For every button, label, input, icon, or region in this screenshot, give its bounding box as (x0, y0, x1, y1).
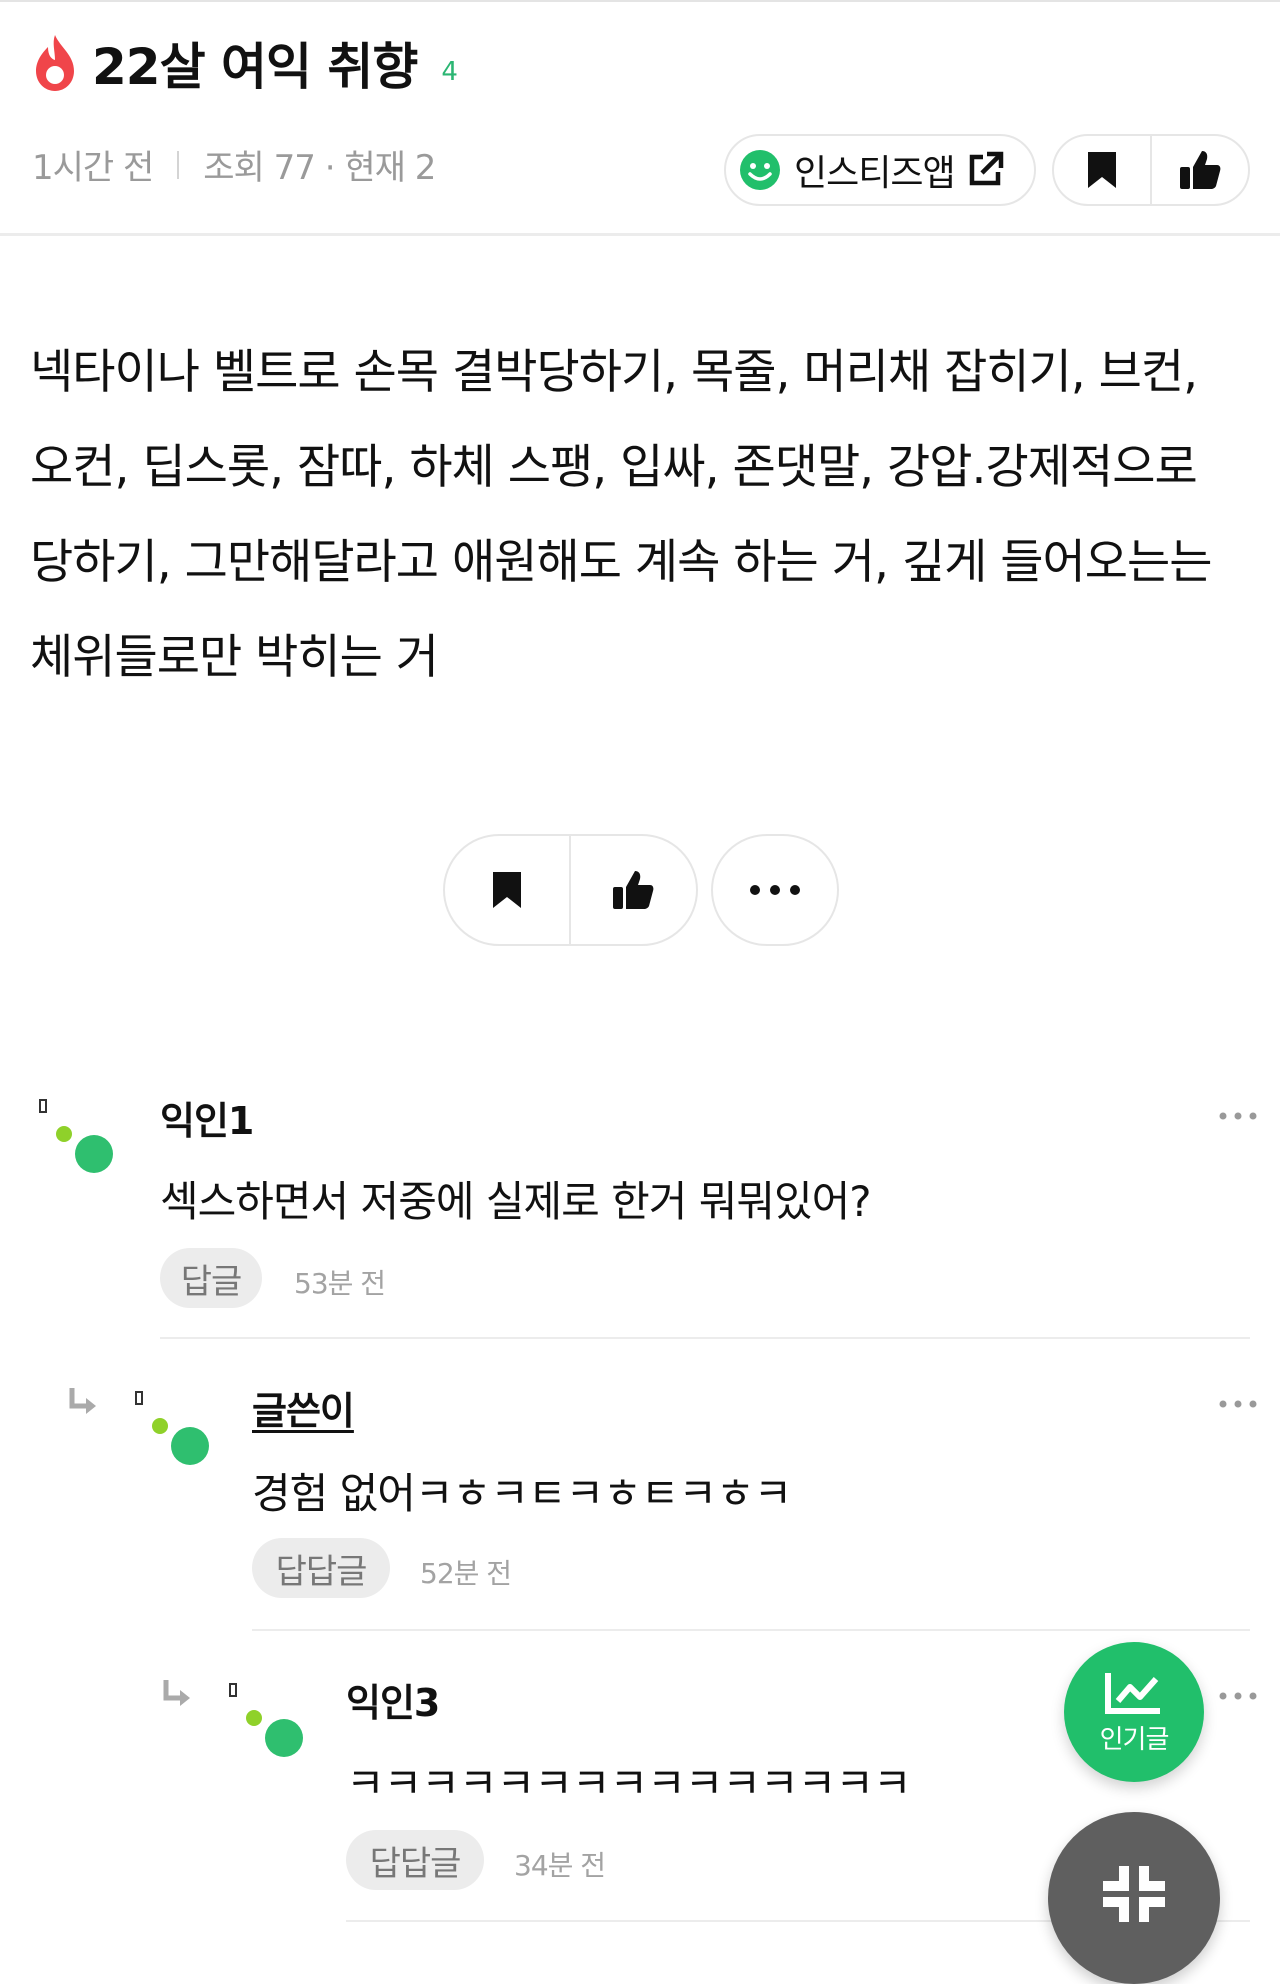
bookmark-icon (1088, 152, 1116, 188)
post-body: 넥타이나 벨트로 손목 결박당하기, 목줄, 머리채 잡히기, 브컨, 오컨, … (30, 345, 1212, 685)
collapse-icon (1103, 1866, 1165, 1922)
comment-time: 53분 전 (294, 1267, 386, 1300)
reply-button[interactable]: 답답글 (252, 1538, 390, 1598)
reply-button[interactable]: 답글 (160, 1248, 262, 1308)
post-views: 조회 77 · 현재 2 (203, 148, 436, 188)
fire-icon (36, 35, 74, 91)
like-button[interactable] (1150, 136, 1248, 204)
reply-arrow-icon (163, 1680, 190, 1706)
avatar (39, 1099, 113, 1173)
comment-divider (160, 1337, 1250, 1339)
more-dots-icon[interactable] (1218, 1398, 1258, 1410)
bookmark-icon (493, 872, 521, 908)
comment-text: 경험 없어ㅋㅎㅋㅌㅋㅎㅌㅋㅎㅋ (252, 1469, 792, 1518)
comment-time: 34분 전 (514, 1849, 606, 1882)
reply-arrow-icon (69, 1388, 96, 1414)
smile-icon (740, 150, 780, 190)
avatar (229, 1683, 303, 1757)
comment-author[interactable]: 익인1 (160, 1090, 254, 1145)
more-dots-icon[interactable] (1218, 1110, 1258, 1122)
post-meta: 1시간 전 조회 77 · 현재 2 (32, 140, 436, 189)
like-button-bottom[interactable] (569, 836, 695, 944)
more-dots-icon[interactable] (1218, 1690, 1258, 1702)
thumbs-up-icon (613, 871, 654, 909)
comment-time: 52분 전 (420, 1557, 512, 1590)
post-title-row: 22살 여익 취향 4 (30, 28, 458, 98)
bookmark-button-bottom[interactable] (445, 836, 569, 944)
comment-divider (252, 1629, 1250, 1631)
top-edge-line (0, 0, 1280, 2)
thumbs-up-icon (1180, 151, 1221, 189)
meta-divider (177, 150, 180, 179)
collapse-button[interactable] (1048, 1812, 1220, 1984)
top-action-group (1052, 134, 1250, 206)
header-divider (0, 233, 1280, 236)
reply-button[interactable]: 답답글 (346, 1830, 484, 1890)
comment-author[interactable]: 익인3 (346, 1672, 440, 1727)
comment-text: 섹스하면서 저중에 실제로 한거 뭐뭐있어? (160, 1177, 872, 1226)
hot-posts-button[interactable]: 인기글 (1064, 1642, 1204, 1782)
post-time: 1시간 전 (32, 148, 154, 188)
comment-author[interactable]: 글쓴이 (252, 1380, 355, 1435)
open-app-button[interactable]: 인스티즈앱 (724, 134, 1036, 206)
external-link-icon (969, 151, 1003, 186)
bookmark-button[interactable] (1054, 136, 1150, 204)
post-more-button[interactable] (711, 834, 839, 946)
post-action-group (443, 834, 698, 946)
more-dots-icon (750, 885, 800, 895)
post-title: 22살 여익 취향 (92, 38, 418, 96)
avatar (135, 1391, 209, 1465)
trend-chart-icon (1105, 1672, 1160, 1714)
comment-count[interactable]: 4 (441, 57, 458, 87)
comment-text: ㅋㅋㅋㅋㅋㅋㅋㅋㅋㅋㅋㅋㅋㅋㅋ (346, 1759, 912, 1808)
open-app-label: 인스티즈앱 (794, 153, 956, 194)
hot-posts-label: 인기글 (1099, 1724, 1170, 1755)
